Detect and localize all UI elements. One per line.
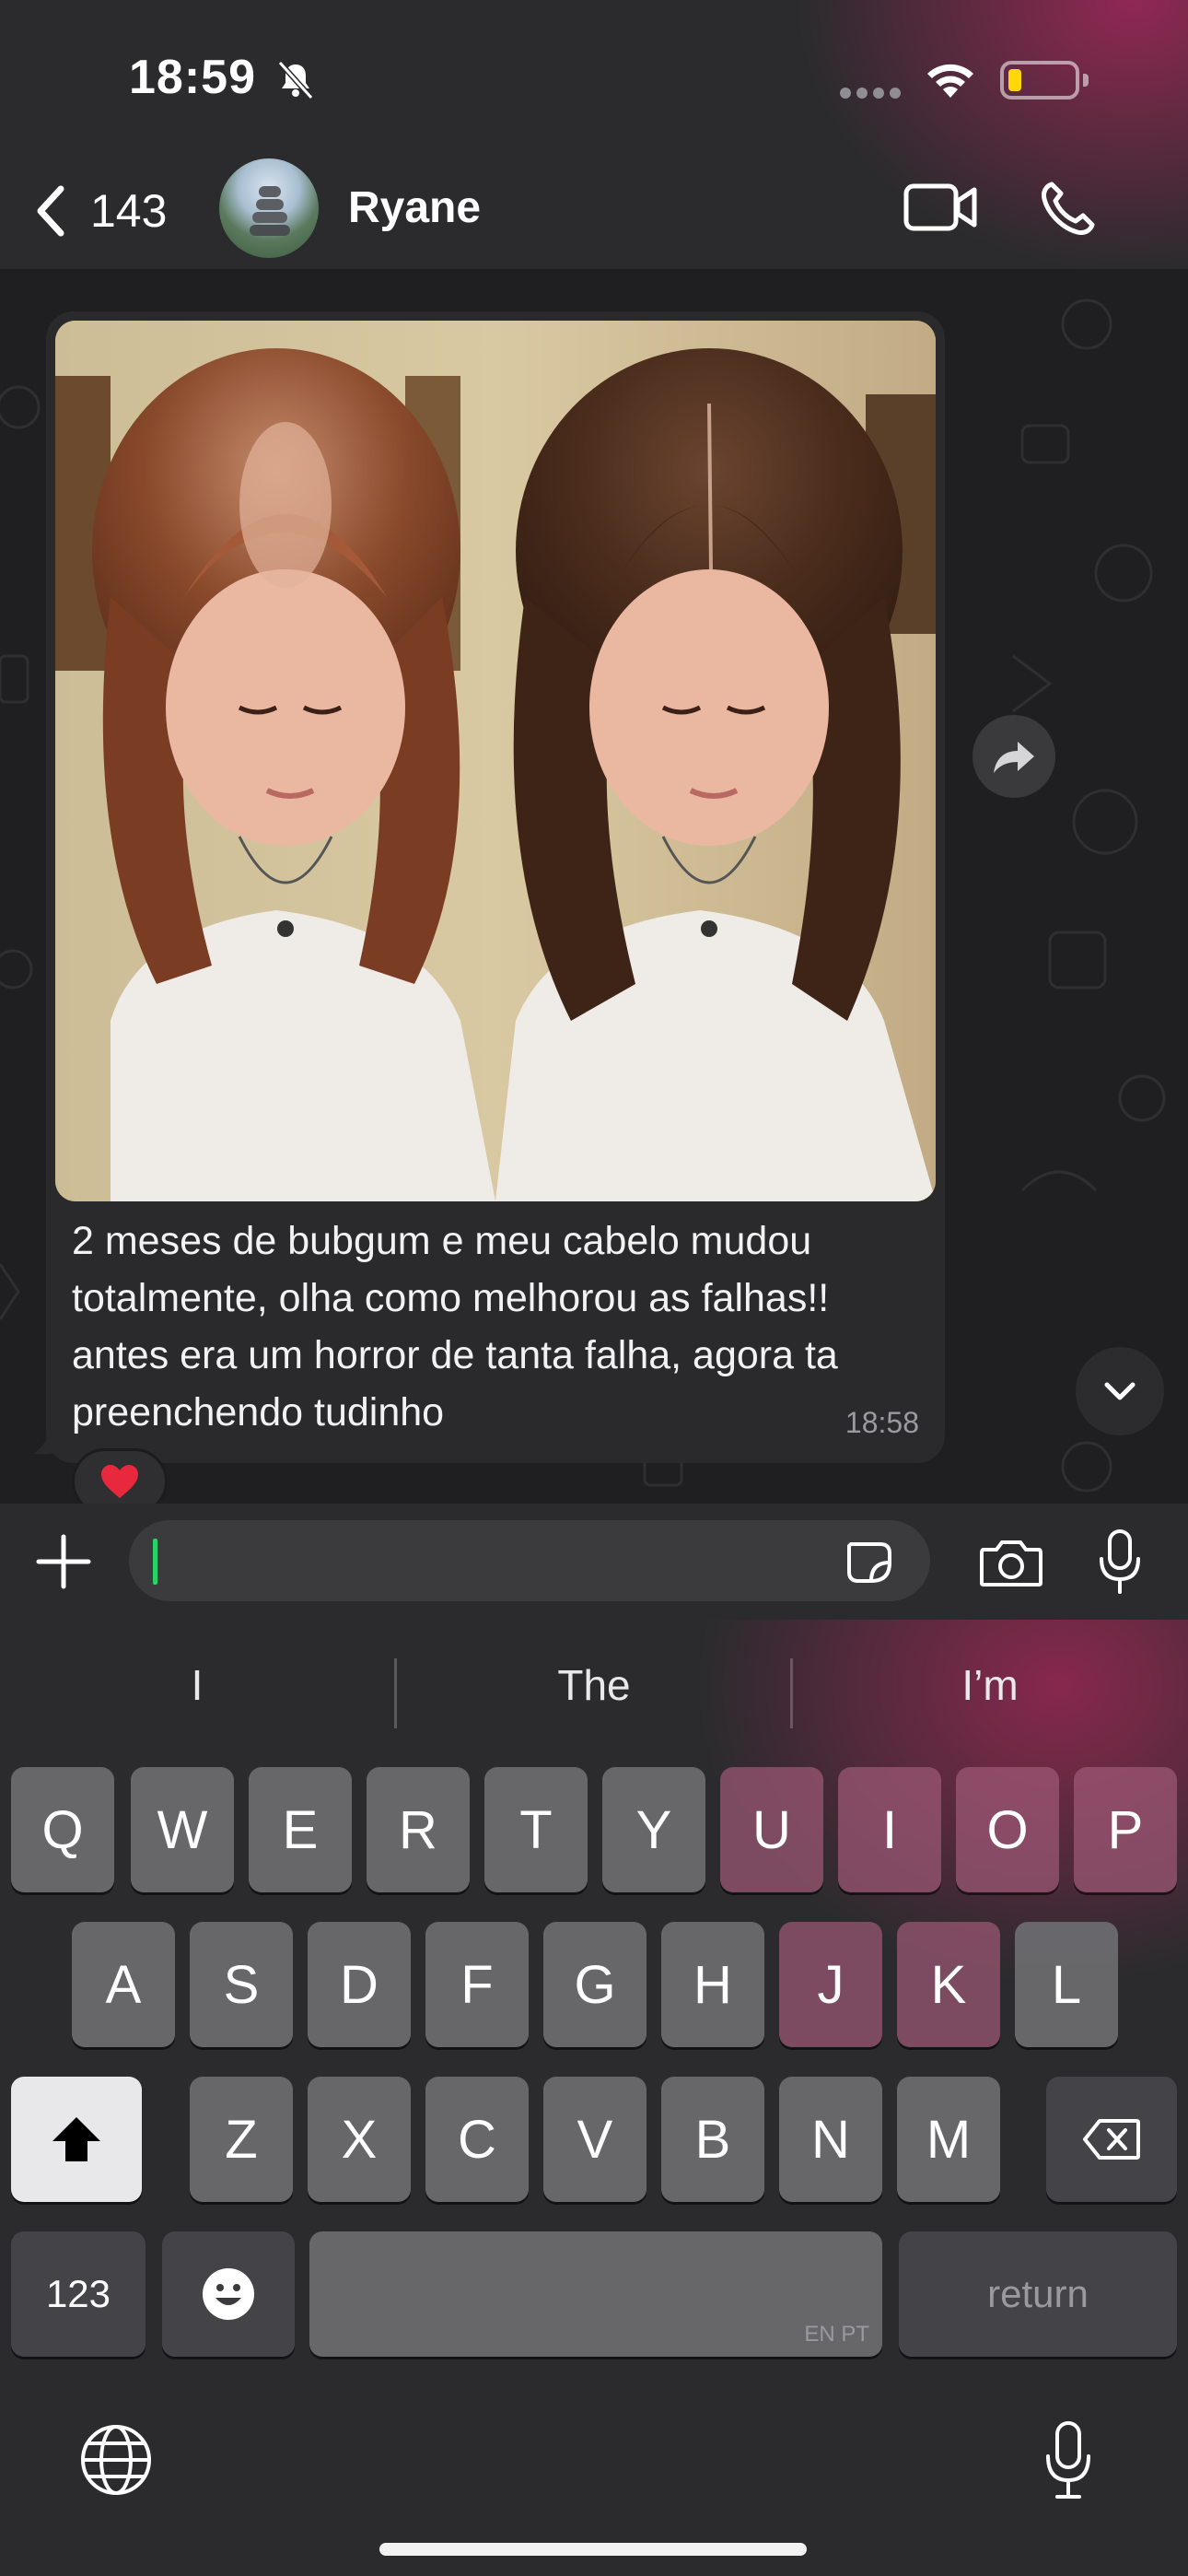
cellular-signal-icon (840, 87, 906, 103)
key-o[interactable]: O (956, 1767, 1059, 1892)
status-bar: 18:59 (0, 0, 1188, 157)
phone-call-icon[interactable] (1039, 179, 1098, 238)
globe-icon[interactable] (77, 2421, 155, 2499)
forward-button[interactable] (973, 715, 1055, 798)
chevron-left-icon (37, 185, 64, 237)
message-photo[interactable] (55, 321, 936, 1201)
key-b[interactable]: B (661, 2077, 764, 2202)
numbers-key-label: 123 (45, 2272, 111, 2315)
video-call-icon[interactable] (903, 181, 978, 234)
battery-icon (1000, 61, 1089, 100)
shift-key[interactable] (11, 2077, 142, 2202)
return-key-label: return (987, 2272, 1089, 2315)
contact-avatar[interactable] (219, 158, 319, 258)
numbers-key[interactable]: 123 (11, 2231, 146, 2357)
key-e[interactable]: E (249, 1767, 352, 1892)
key-f[interactable]: F (425, 1922, 529, 2047)
key-r[interactable]: R (367, 1767, 470, 1892)
chevron-down-icon (1104, 1382, 1136, 1400)
key-i[interactable]: I (838, 1767, 941, 1892)
key-x[interactable]: X (308, 2077, 411, 2202)
message-caption: 2 meses de bubgum e meu cabelo mudou tot… (72, 1219, 838, 1434)
key-j[interactable]: J (779, 1922, 882, 2047)
key-a[interactable]: A (72, 1922, 175, 2047)
silent-bell-icon (277, 60, 314, 100)
text-cursor (153, 1539, 157, 1585)
key-c[interactable]: C (425, 2077, 529, 2202)
forward-arrow-icon (994, 742, 1034, 773)
contact-name[interactable]: Ryane (348, 182, 481, 233)
status-time: 18:59 (129, 51, 256, 104)
key-w[interactable]: W (131, 1767, 234, 1892)
chat-header: 143 Ryane (0, 147, 1188, 267)
shift-arrow-icon (52, 2117, 100, 2161)
message-input-bar (0, 1504, 1188, 1620)
key-y[interactable]: Y (602, 1767, 705, 1892)
space-languages-label: EN PT (804, 2322, 869, 2347)
wifi-icon (927, 64, 973, 98)
suggestion-3[interactable]: I’m (793, 1660, 1187, 1710)
key-k[interactable]: K (897, 1922, 1000, 2047)
key-u[interactable]: U (720, 1767, 823, 1892)
chat-area[interactable]: 2 meses de bubgum e meu cabelo mudou tot… (0, 269, 1188, 1504)
key-p[interactable]: P (1074, 1767, 1177, 1892)
suggestion-2[interactable]: The (397, 1660, 791, 1710)
key-g[interactable]: G (543, 1922, 646, 2047)
key-d[interactable]: D (308, 1922, 411, 2047)
key-h[interactable]: H (661, 1922, 764, 2047)
key-q[interactable]: Q (11, 1767, 114, 1892)
camera-icon[interactable] (978, 1537, 1044, 1588)
backspace-icon (1083, 2119, 1140, 2160)
key-n[interactable]: N (779, 2077, 882, 2202)
bubble-tail (33, 1421, 70, 1455)
received-message-bubble[interactable]: 2 meses de bubgum e meu cabelo mudou tot… (46, 311, 945, 1463)
back-button[interactable]: 143 (31, 179, 167, 243)
before-after-hair-image (55, 321, 936, 1201)
message-input[interactable] (129, 1520, 930, 1601)
message-timestamp: 18:58 (844, 1406, 919, 1439)
plus-icon[interactable] (33, 1531, 94, 1592)
keyboard: I The I’m Q W E R T Y U I O P A S D F G … (0, 1620, 1188, 2576)
key-m[interactable]: M (897, 2077, 1000, 2202)
scroll-to-bottom-button[interactable] (1076, 1347, 1164, 1435)
key-l[interactable]: L (1015, 1922, 1118, 2047)
predictive-bar: I The I’m (0, 1620, 1188, 1765)
home-indicator[interactable] (379, 2543, 807, 2556)
unread-count: 143 (90, 185, 168, 237)
space-key[interactable]: EN PT (309, 2231, 882, 2357)
message-reaction[interactable] (72, 1448, 168, 1504)
emoji-icon (203, 2268, 254, 2320)
key-s[interactable]: S (190, 1922, 293, 2047)
suggestion-1[interactable]: I (0, 1660, 394, 1710)
return-key[interactable]: return (899, 2231, 1177, 2357)
key-z[interactable]: Z (190, 2077, 293, 2202)
delete-key[interactable] (1046, 2077, 1177, 2202)
sticker-icon[interactable] (842, 1539, 897, 1585)
emoji-key[interactable] (162, 2231, 295, 2357)
heart-reaction-icon (101, 1465, 138, 1498)
key-t[interactable]: T (484, 1767, 588, 1892)
microphone-icon[interactable] (1094, 1528, 1146, 1596)
key-v[interactable]: V (543, 2077, 646, 2202)
dictation-microphone-icon[interactable] (1041, 2419, 1096, 2502)
